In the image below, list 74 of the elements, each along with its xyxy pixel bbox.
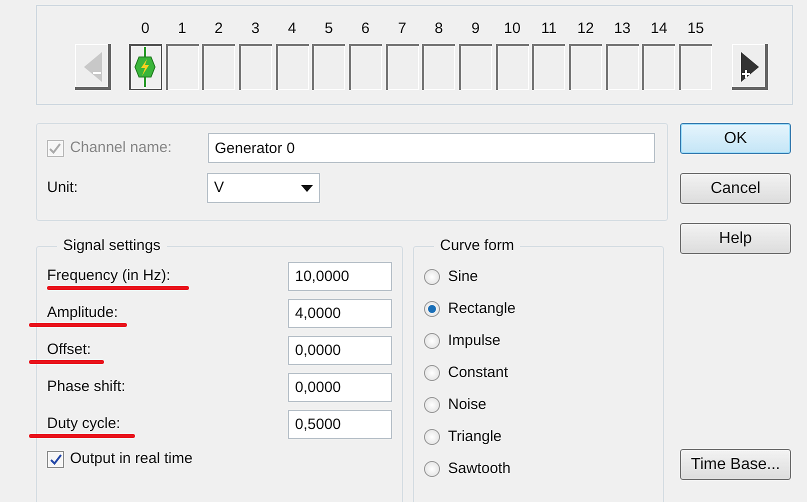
radio-button[interactable] — [424, 333, 440, 349]
checkmark-icon — [49, 142, 62, 154]
channel-slot[interactable] — [532, 44, 566, 90]
time-base-button[interactable]: Time Base... — [680, 449, 791, 480]
channel-number: 3 — [251, 20, 260, 38]
channel-number: 7 — [398, 20, 406, 38]
radio-button[interactable] — [424, 461, 440, 477]
channel-slot[interactable] — [569, 44, 602, 90]
unit-dropdown[interactable]: V — [207, 173, 320, 203]
number-field[interactable]: 10,0000 — [288, 262, 392, 291]
dialog-button[interactable]: Help — [680, 223, 791, 254]
channel-number: 9 — [471, 20, 480, 38]
unit-label: Unit: — [47, 178, 79, 198]
radio-button[interactable] — [424, 365, 440, 381]
field-label: Duty cycle: — [47, 414, 120, 434]
channel-number: 11 — [541, 20, 557, 38]
radio-label: Impulse — [448, 330, 501, 351]
channel-number: 4 — [288, 20, 296, 38]
channel-number: 1 — [178, 20, 186, 38]
radio-label: Triangle — [448, 426, 502, 447]
group-title: Curve form — [439, 236, 516, 256]
radio-button[interactable] — [424, 429, 440, 445]
radio-button[interactable] — [424, 301, 440, 317]
channel-slot[interactable] — [166, 44, 199, 90]
channel-slot[interactable] — [348, 44, 382, 90]
channel-slot[interactable] — [422, 44, 456, 90]
channel-slot[interactable] — [202, 44, 236, 90]
group-title: Signal settings — [62, 236, 162, 256]
dropdown-arrow-icon — [301, 184, 313, 192]
channel-number: 0 — [141, 20, 150, 38]
channel-slot[interactable] — [128, 44, 162, 90]
channel-name-label: Channel name: — [70, 138, 173, 158]
field-label: Frequency (in Hz): — [47, 266, 170, 286]
channel-slot[interactable] — [606, 44, 639, 90]
field-label: Amplitude: — [47, 303, 118, 324]
dialog-button[interactable]: OK — [680, 123, 791, 154]
channel-name-field[interactable]: Generator 0 — [208, 133, 655, 163]
radio-button[interactable] — [424, 397, 440, 413]
channel-number: 12 — [577, 20, 594, 38]
channel-number: 2 — [214, 20, 223, 38]
checkbox-label: Output in real time — [70, 449, 193, 469]
radio-label: Sawtooth — [448, 458, 511, 479]
channel-number: 13 — [614, 20, 631, 38]
channel-number: 8 — [434, 20, 444, 38]
field-label: Phase shift: — [47, 377, 126, 398]
field-label: Offset: — [47, 340, 91, 360]
checkbox[interactable] — [47, 450, 64, 468]
channel-slot[interactable] — [386, 44, 419, 90]
radio-label: Noise — [448, 394, 486, 415]
channel-slot[interactable] — [238, 44, 272, 90]
channel-slot[interactable] — [276, 44, 309, 90]
radio-dot-icon — [428, 305, 436, 313]
channel-slot[interactable] — [459, 44, 492, 90]
channel-slot[interactable] — [312, 44, 346, 90]
number-field[interactable]: 0,0000 — [288, 336, 392, 365]
channel-number: 10 — [504, 20, 521, 38]
number-field[interactable]: 0,0000 — [288, 373, 392, 402]
next-channel-button[interactable] — [732, 44, 768, 90]
radio-label: Sine — [448, 266, 478, 287]
radio-button[interactable] — [424, 269, 440, 285]
generator-icon — [134, 47, 156, 87]
number-field[interactable]: 4,0000 — [288, 299, 392, 328]
channel-slot[interactable] — [496, 44, 529, 90]
channel-slot[interactable] — [642, 44, 676, 90]
number-field[interactable]: 0,5000 — [288, 410, 392, 439]
channel-slot[interactable] — [679, 44, 712, 90]
radio-label: Rectangle — [448, 298, 516, 319]
channel-number: 6 — [361, 20, 370, 38]
dialog-button[interactable]: Cancel — [680, 173, 791, 204]
checkmark-icon — [50, 454, 62, 465]
channel-number: 5 — [324, 20, 333, 38]
channel-number: 14 — [650, 20, 668, 38]
channel-number: 15 — [687, 20, 704, 38]
radio-label: Constant — [448, 362, 508, 383]
